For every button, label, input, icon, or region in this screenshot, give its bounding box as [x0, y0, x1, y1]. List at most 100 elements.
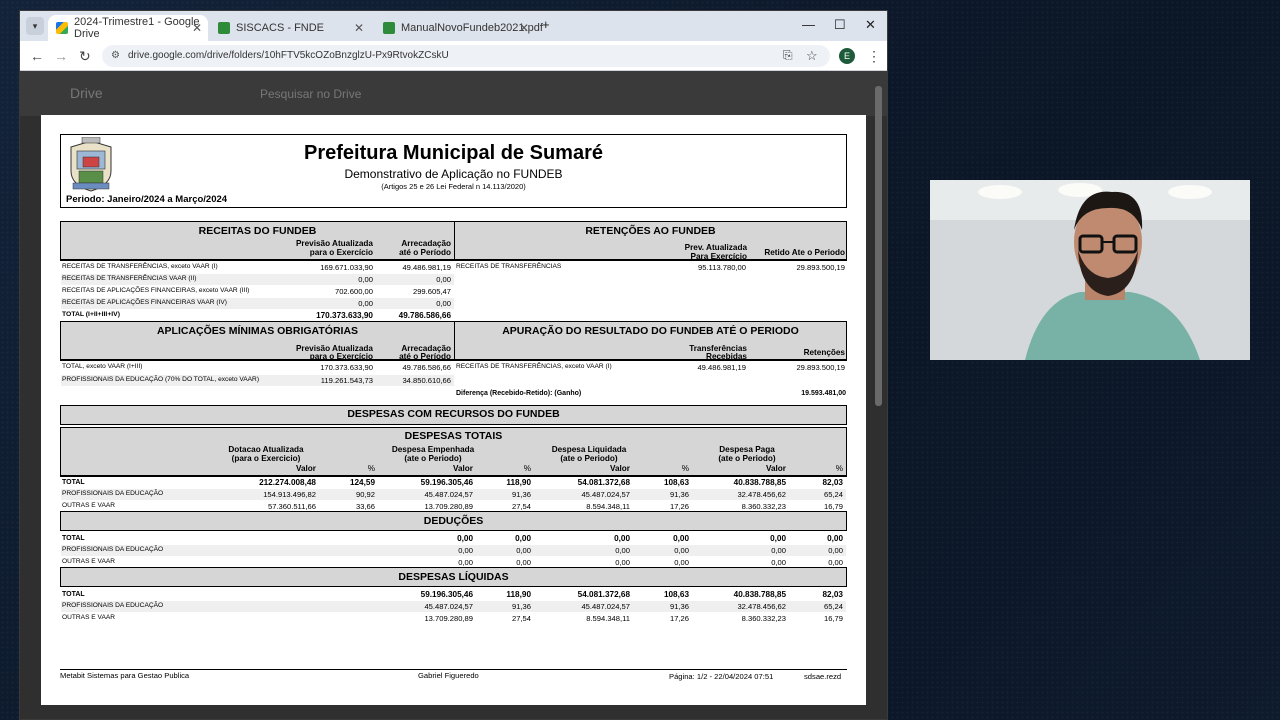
- col-header: Valor: [765, 464, 786, 473]
- col-header: %: [523, 464, 531, 473]
- table-cell: 0,00: [615, 546, 630, 555]
- table-cell: 27,54: [511, 502, 531, 511]
- tab-siscacs[interactable]: SISCACS - FNDE ✕: [210, 15, 370, 41]
- reload-icon[interactable]: ↻: [79, 48, 91, 65]
- table-cell: 0,00: [771, 558, 786, 567]
- table-cell: 0,00: [674, 558, 689, 567]
- footer-rule: [60, 669, 847, 670]
- table-cell: 16,79: [823, 614, 843, 623]
- url-field[interactable]: ⚙ drive.google.com/drive/folders/10hFTV5…: [102, 45, 830, 67]
- table-cell: 0,00: [771, 546, 786, 555]
- table-cell: 0,00: [515, 534, 531, 543]
- table-cell: 108,63: [663, 590, 689, 599]
- col-header: Arrecadação: [401, 239, 451, 248]
- close-icon[interactable]: ✕: [192, 21, 202, 35]
- table-cell: 91,36: [669, 490, 689, 499]
- table-cell: 212.274.008,48: [259, 478, 316, 487]
- profile-avatar[interactable]: E: [839, 48, 855, 64]
- col-header: até o Período: [399, 248, 451, 257]
- row-rule: [61, 476, 846, 477]
- table-cell: 32.478.456,62: [737, 490, 786, 499]
- table-cell: 0,00: [458, 558, 473, 567]
- table-cell: 54.081.372,68: [577, 478, 630, 487]
- maximize-icon[interactable]: ☐: [834, 17, 846, 33]
- back-icon[interactable]: ←: [30, 48, 44, 64]
- url-text: drive.google.com/drive/folders/10hFTV5kc…: [128, 50, 449, 61]
- aplicacoes-title: APLICAÇÕES MÍNIMAS OBRIGATÓRIAS: [156, 325, 359, 337]
- tab-label: 2024-Trimestre1 - Google Drive: [74, 16, 200, 40]
- col-header: para o Exercício: [309, 352, 373, 361]
- table-row-label: OUTRAS E VAAR: [62, 614, 116, 621]
- table-cell: 13.709.280,89: [424, 502, 473, 511]
- forward-icon[interactable]: →: [54, 48, 68, 64]
- table-row-label: RECEITAS DE TRANSFERÊNCIAS: [456, 263, 562, 270]
- tab-manual-pdf[interactable]: ManualNovoFundeb2021.pdf ✕: [375, 15, 543, 41]
- table-cell: 8.360.332,23: [741, 502, 786, 511]
- table-row-label: RECEITAS DE TRANSFERÊNCIAS, exceto VAAR …: [456, 363, 612, 370]
- table-cell: 91,36: [669, 602, 689, 611]
- table-row-label: TOTAL: [62, 479, 85, 486]
- apuracao-title: APURAÇÃO DO RESULTADO DO FUNDEB ATÉ O PE…: [502, 325, 799, 337]
- col-group-sub: (ate o Periodo): [404, 454, 462, 463]
- browser-window: ▾ 2024-Trimestre1 - Google Drive ✕ SISCA…: [19, 10, 888, 720]
- table-cell: 0,00: [674, 546, 689, 555]
- table-cell: 49.786.586,66: [402, 363, 451, 372]
- table-cell: 0,00: [614, 534, 630, 543]
- drive-header-dimmed: Drive Pesquisar no Drive: [20, 71, 887, 116]
- table-cell: 118,90: [506, 590, 531, 599]
- table-cell: 27,54: [511, 614, 531, 623]
- table-cell: 82,03: [822, 478, 844, 487]
- drive-favicon: [56, 22, 68, 34]
- close-icon[interactable]: ✕: [519, 21, 529, 35]
- presenter-video: [930, 180, 1250, 360]
- close-icon[interactable]: ✕: [354, 21, 364, 35]
- table-cell: 65,24: [823, 602, 843, 611]
- pdf-page: Prefeitura Municipal de Sumaré Demonstra…: [41, 115, 866, 705]
- table-cell: 54.081.372,68: [577, 590, 630, 599]
- doc-period: Periodo: Janeiro/2024 a Março/2024: [66, 194, 228, 205]
- col-group-title: Dotacao Atualizada: [228, 445, 304, 454]
- table-cell: 82,03: [822, 590, 844, 599]
- table-cell: 49.486.981,19: [697, 363, 746, 372]
- table-cell: 0,00: [673, 534, 689, 543]
- menu-icon[interactable]: ⋮: [867, 48, 881, 65]
- col-group-title: Despesa Empenhada: [391, 445, 475, 454]
- table-cell: 91,36: [511, 602, 531, 611]
- tab-label: SISCACS - FNDE: [236, 22, 325, 34]
- table-cell: 16,79: [823, 502, 843, 511]
- table-row-label: OUTRAS E VAAR: [62, 502, 116, 509]
- drive-search-placeholder: Pesquisar no Drive: [260, 87, 362, 101]
- table-cell: 0,00: [457, 534, 473, 543]
- table-row-label: RECEITAS DE APLICAÇÕES FINANCEIRAS, exce…: [62, 287, 250, 294]
- table-row-label: TOTAL, exceto VAAR (I+III): [62, 363, 143, 370]
- table-cell: 299.605,47: [412, 287, 451, 296]
- table-cell: 95.113.780,00: [698, 263, 746, 272]
- table-cell: 57.360.511,66: [268, 502, 316, 511]
- deducoes-title: DEDUÇÕES: [423, 515, 484, 527]
- table-cell: 90,92: [355, 490, 375, 499]
- table-cell: 34.850.610,66: [402, 376, 451, 385]
- close-window-icon[interactable]: ✕: [865, 17, 876, 33]
- tab-google-drive[interactable]: 2024-Trimestre1 - Google Drive ✕: [48, 15, 208, 41]
- table-cell: 13.709.280,89: [424, 614, 473, 623]
- star-icon[interactable]: ☆: [806, 48, 818, 64]
- install-icon[interactable]: ⎘: [783, 48, 793, 63]
- diff-label: Diferença (Recebido-Retido): (Ganho): [456, 390, 582, 397]
- tab-dropdown-icon[interactable]: ▾: [26, 17, 44, 35]
- new-tab-icon[interactable]: +: [542, 17, 550, 32]
- table-cell: 32.478.456,62: [737, 602, 786, 611]
- diff-value: 19.593.481,00: [801, 390, 846, 397]
- minimize-icon[interactable]: —: [802, 17, 815, 32]
- col-header: Valor: [295, 464, 316, 473]
- col-header: %: [367, 464, 375, 473]
- col-header: Recebidas: [706, 352, 747, 361]
- table-row-label: TOTAL (I+II+III+IV): [62, 311, 120, 318]
- col-header: para o Exercício: [309, 248, 373, 257]
- table-cell: 33,66: [355, 502, 375, 511]
- table-row-label: PROFISSIONAIS DA EDUCAÇÃO (70% DO TOTAL,…: [62, 376, 260, 383]
- site-settings-icon[interactable]: ⚙: [111, 45, 120, 67]
- table-cell: 0,00: [436, 275, 451, 284]
- viewer-scrollbar[interactable]: [875, 86, 882, 406]
- col-header: Previsão Atualizada: [295, 239, 373, 248]
- table-cell: 59.196.305,46: [420, 478, 473, 487]
